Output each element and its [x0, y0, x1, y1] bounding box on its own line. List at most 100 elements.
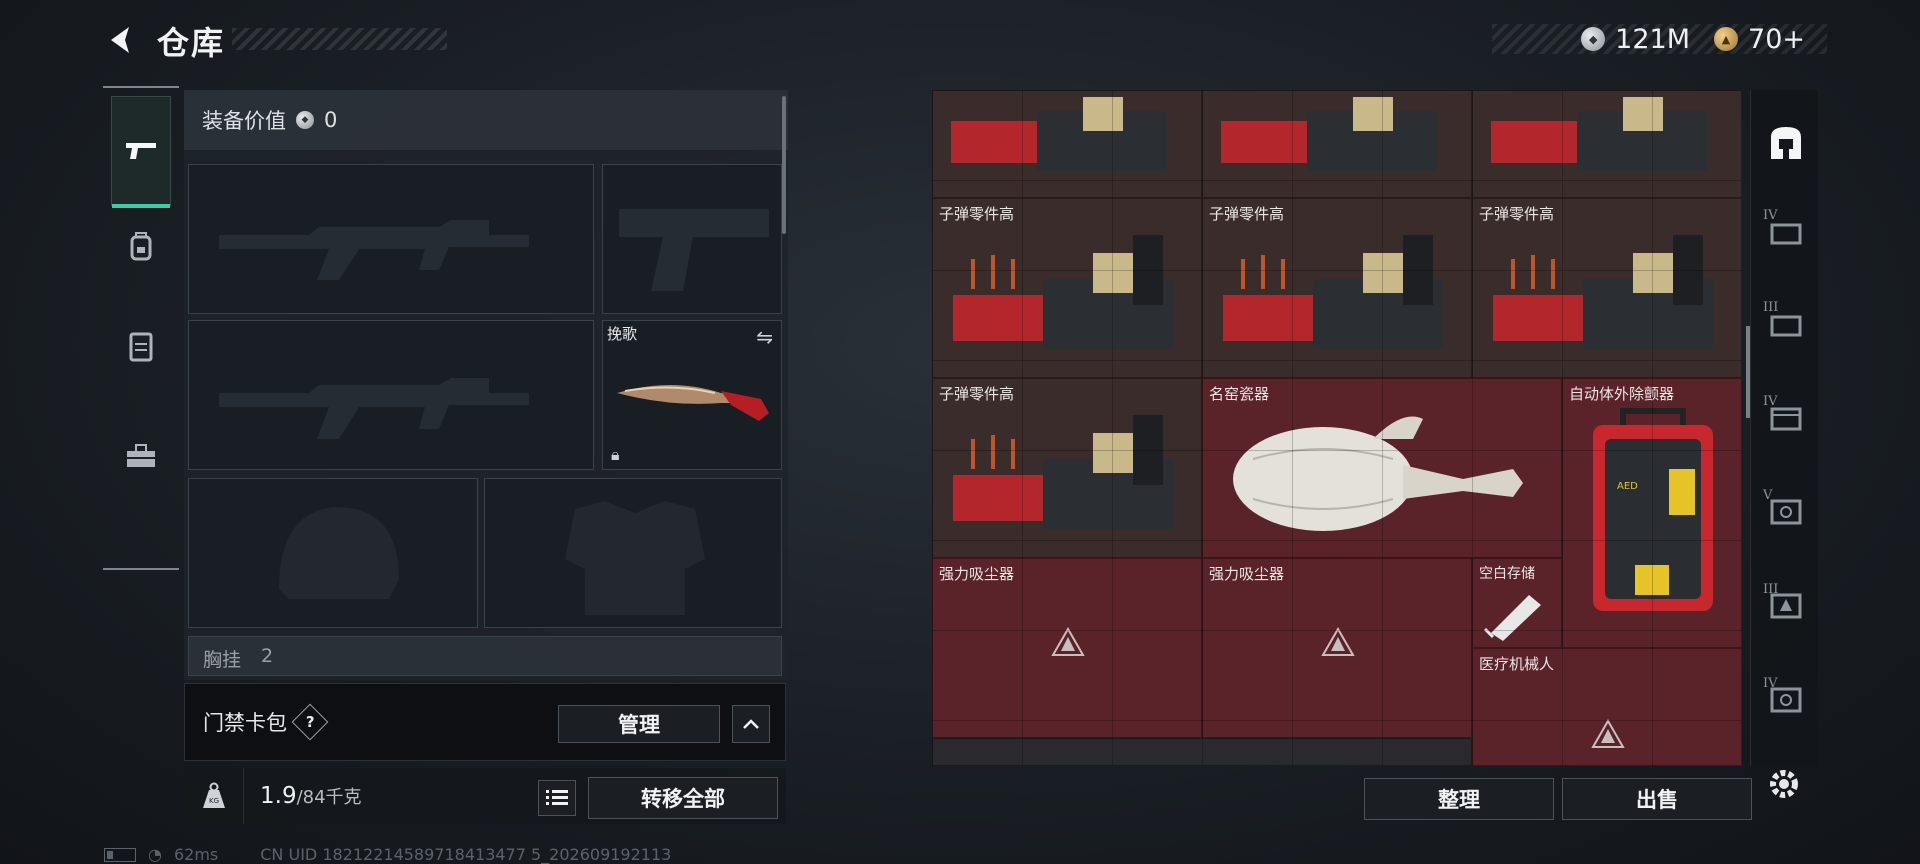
warehouse-grid: 子弹零件高 子弹零件高 子弹零件高 子弹零件高 名窑瓷器 自动体外除颤器 AED… — [932, 90, 1742, 766]
sort-button[interactable]: 整理 — [1364, 778, 1554, 820]
currency-bar: ◆ 121M ▲ 70+ — [1492, 23, 1827, 55]
pistol-silhouette-icon — [619, 209, 769, 291]
ammo-parts-crate-icon — [1223, 235, 1443, 349]
warehouse-item[interactable]: 强力吸尘器 — [932, 558, 1202, 738]
unknown-item-icon — [1051, 627, 1085, 656]
svg-text:AED: AED — [1617, 481, 1638, 492]
melee-slot[interactable]: 挽歌 ⇋ 🔒︎ — [602, 320, 782, 470]
melee-slot-label: 挽歌 — [607, 325, 638, 343]
sidearm-slot[interactable] — [602, 164, 782, 314]
weight-icon: KG — [184, 768, 244, 824]
tab-vest[interactable] — [111, 316, 171, 376]
tier-iv-safe-icon[interactable]: IV — [1763, 676, 1809, 722]
item-label: 医疗机械人 — [1479, 655, 1555, 673]
tier-iii-box-icon[interactable]: III — [1763, 582, 1809, 628]
warehouse-item[interactable]: 医疗机械人 — [1472, 648, 1742, 766]
manage-button[interactable]: 管理 — [558, 705, 720, 743]
warehouse-item[interactable]: 子弹零件高 — [932, 378, 1202, 558]
warehouse-item[interactable]: 子弹零件高 — [1472, 198, 1742, 378]
pistol-icon — [126, 143, 156, 159]
page-title: 仓库 — [157, 24, 226, 62]
warehouse-item[interactable]: 子弹零件高 — [932, 198, 1202, 378]
empty-slot[interactable] — [932, 738, 1472, 766]
tab-weapons[interactable] — [111, 96, 171, 208]
help-icon[interactable]: ? — [291, 703, 329, 741]
weight-max: /84千克 — [296, 787, 362, 808]
list-icon[interactable] — [538, 780, 576, 816]
gear-icon[interactable] — [1762, 762, 1806, 806]
ammo-parts-crate-icon — [1221, 97, 1437, 171]
equipment-value-label: 装备价值 — [202, 109, 286, 133]
tier-iv-case-icon[interactable]: IV — [1763, 208, 1809, 254]
helmet-slot[interactable] — [188, 478, 478, 628]
tier-iii-case-icon[interactable]: III — [1763, 300, 1809, 346]
warehouse-item[interactable]: 强力吸尘器 — [1202, 558, 1472, 738]
equipment-value: 0 — [324, 108, 338, 132]
chevron-up-icon[interactable] — [732, 705, 770, 743]
tier-iv-box-icon[interactable]: IV — [1763, 394, 1809, 440]
transfer-all-button[interactable]: 转移全部 — [588, 777, 778, 819]
warehouse-item[interactable]: 名窑瓷器 — [1202, 378, 1562, 558]
card-bag-label: 门禁卡包 — [203, 711, 287, 735]
uid-text: CN UID 18212214589718413477 5_2026091921… — [260, 845, 672, 864]
tier-v-safe-icon[interactable]: V — [1763, 488, 1809, 534]
unknown-item-icon — [1591, 719, 1625, 748]
equipment-value-row: 装备价值 ◆ 0 — [184, 90, 788, 150]
ammo-parts-crate-icon — [953, 235, 1173, 349]
warehouse-item[interactable] — [932, 90, 1202, 198]
equipment-scrollbar[interactable] — [782, 96, 786, 234]
toolbox-icon — [127, 444, 155, 467]
defibrillator-icon: AED — [1593, 408, 1713, 611]
warehouse-item[interactable] — [1202, 90, 1472, 198]
vest-icon — [129, 332, 153, 362]
ammo-parts-crate-icon — [953, 415, 1173, 529]
item-label: 自动体外除颤器 — [1569, 385, 1675, 403]
svg-text:KG: KG — [208, 797, 218, 805]
tab-backpack[interactable] — [111, 216, 171, 276]
weight-current: 1.9 — [260, 783, 297, 809]
ammo-parts-crate-icon — [1493, 235, 1713, 349]
chest-rig-label: 胸挂 — [203, 649, 242, 671]
warehouse-item[interactable] — [1472, 90, 1742, 198]
equipment-panel: 装备价值 ◆ 0 挽歌 ⇋ 🔒︎ 胸挂 2 — [184, 90, 788, 680]
porcelain-vase-icon — [1233, 416, 1523, 531]
title-decoration — [232, 28, 447, 50]
chest-rig-row[interactable]: 胸挂 2 — [188, 636, 782, 676]
primary-weapon-slot[interactable] — [188, 164, 594, 314]
battery-icon — [104, 847, 136, 862]
usb-drive-icon — [1483, 595, 1541, 641]
status-bar: ◔ 62ms CN UID 18212214589718413477 5_202… — [104, 845, 671, 864]
container-rail: IV III IV V III IV — [1750, 90, 1818, 766]
chest-rig-count: 2 — [261, 645, 274, 667]
gold-coin-icon: ▲ — [1714, 27, 1739, 51]
warehouse-item[interactable]: 自动体外除颤器 AED — [1562, 378, 1742, 648]
knife-icon — [617, 385, 769, 421]
ammo-parts-crate-icon — [951, 97, 1167, 171]
equipment-tabs — [103, 86, 179, 570]
swap-icon[interactable]: ⇋ — [756, 325, 773, 349]
gold-currency-value: 70+ — [1748, 23, 1805, 55]
back-icon[interactable] — [100, 20, 140, 60]
warehouse-item[interactable]: 子弹零件高 — [1202, 198, 1472, 378]
helmet-silhouette-icon — [279, 507, 399, 599]
container-icon[interactable] — [1763, 120, 1809, 166]
armor-silhouette-icon — [565, 501, 705, 615]
rifle-silhouette-icon — [219, 378, 529, 439]
sell-button[interactable]: 出售 — [1562, 778, 1752, 820]
lock-icon: 🔒︎ — [611, 445, 620, 464]
unknown-item-icon — [1321, 627, 1355, 656]
ping-value: 62ms — [173, 845, 219, 864]
ammo-parts-crate-icon — [1491, 97, 1707, 171]
rifle-silhouette-icon — [219, 220, 529, 280]
item-label: 空白存储 — [1479, 566, 1535, 582]
silver-coin-icon: ◆ — [1581, 27, 1606, 51]
warehouse-item[interactable]: 空白存储 — [1472, 558, 1562, 648]
armor-slot[interactable] — [484, 478, 782, 628]
silver-coin-icon: ◆ — [296, 111, 314, 129]
wifi-icon: ◔ — [148, 845, 162, 864]
item-label: 强力吸尘器 — [1209, 565, 1285, 583]
silver-currency-value: 121M — [1615, 23, 1691, 55]
tab-toolbox[interactable] — [111, 426, 171, 486]
secondary-weapon-slot[interactable] — [188, 320, 594, 470]
backpack-icon — [130, 232, 152, 261]
